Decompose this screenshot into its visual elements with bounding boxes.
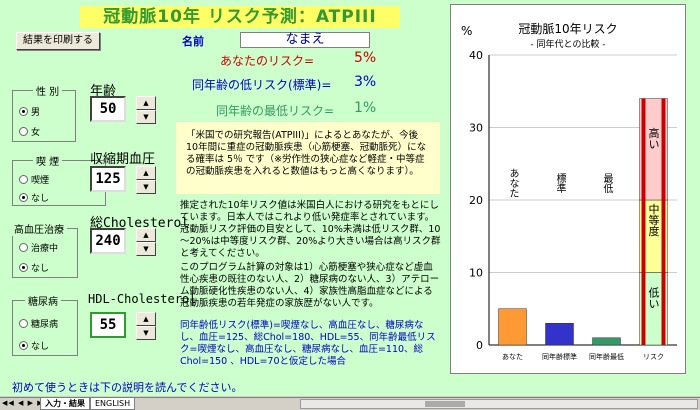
htn-yes-radio[interactable]: 治療中 (19, 241, 58, 254)
x-tick-label: 同年齢標準 (542, 352, 577, 361)
dm-group-title: 糖尿病 (25, 293, 61, 308)
smoking-yes-radio[interactable]: 喫煙 (19, 173, 49, 186)
bar-label-1: 標準 (554, 172, 566, 194)
x-tick-label: あなた (502, 353, 523, 361)
horizontal-scrollbar[interactable] (300, 399, 698, 409)
age-input[interactable]: 50 (90, 96, 126, 122)
radio-dot-icon (19, 193, 28, 202)
min-risk-value: 1% (354, 100, 377, 116)
result-info-box: 「米国での研究報告(ATPIII)」によるとあなたが、今後10年間に重症の冠動脈… (176, 122, 440, 194)
risk-segment-label-1: 中等度 (647, 203, 660, 237)
radio-label: なし (31, 264, 50, 274)
dm-group: 糖尿病 糖尿病 なし (12, 293, 78, 356)
chart-title: 冠動脈10年リスク (518, 22, 617, 36)
bar-0 (498, 308, 527, 346)
chart-subtitle: - 同年代との比較 - (530, 38, 605, 50)
htn-no-radio[interactable]: なし (19, 261, 49, 274)
radio-dot-icon (19, 175, 28, 184)
spin-up-icon[interactable]: ▲ (136, 96, 156, 110)
htn-group-title: 高血圧治療 (11, 221, 67, 236)
min-risk-label: 同年齢の最低リスク= (216, 104, 335, 118)
y-tick-label: 40 (469, 49, 483, 62)
dm-yes-radio[interactable]: 糖尿病 (19, 317, 58, 330)
radio-label: 女 (31, 128, 41, 138)
dm-no-radio[interactable]: なし (19, 339, 49, 352)
radio-dot-icon (19, 107, 28, 116)
age-spinner[interactable]: ▲ ▼ (136, 96, 156, 124)
sbp-label: 収縮期血圧 (90, 152, 156, 167)
spin-down-icon[interactable]: ▼ (136, 326, 156, 340)
spin-up-icon[interactable]: ▲ (136, 312, 156, 326)
smoking-group-title: 喫 煙 (33, 153, 63, 168)
radio-dot-icon (19, 319, 28, 328)
name-label: 名前 (182, 35, 204, 48)
spin-up-icon[interactable]: ▲ (136, 166, 156, 180)
bar-2 (592, 337, 621, 346)
assumption-paragraph: 同年齢低リスク(標準)=喫煙なし、高血圧なし、糖尿病なし、血圧=125、総Cho… (180, 320, 436, 367)
radio-label: 喫煙 (31, 176, 50, 186)
radio-dot-icon (19, 341, 28, 350)
low-risk-label: 同年齢の低リスク(標準)= (192, 78, 332, 92)
bar-1 (545, 323, 574, 346)
sbp-spinner[interactable]: ▲ ▼ (136, 166, 156, 194)
hdl-spinner[interactable]: ▲ ▼ (136, 312, 156, 340)
sheet-tab-bar: 初めて使うときは下の説明を読んでください。 ◀◀ ◀ ▶ ▶▶ 入力・結果 EN… (0, 380, 700, 410)
sex-group-title: 性 別 (33, 83, 63, 98)
risk-chart-svg: 冠動脈10年リスク- 同年代との比較 -%010203040あなたあなた同年齢標… (461, 22, 677, 361)
tab-input-results[interactable]: 入力・結果 (40, 398, 90, 410)
radio-label: なし (31, 194, 50, 204)
sex-female-radio[interactable]: 女 (19, 125, 40, 138)
hdl-input[interactable]: 55 (90, 312, 126, 338)
radio-dot-icon (19, 263, 28, 272)
radio-dot-icon (19, 243, 28, 252)
htn-group: 高血圧治療 治療中 なし (11, 221, 78, 278)
scroll-thumb[interactable] (425, 401, 465, 407)
your-risk-label: あなたのリスク= (220, 54, 315, 68)
risk-segment-label-2: 高い (647, 126, 660, 149)
hint-text: 初めて使うときは下の説明を読んでください。 (0, 380, 700, 396)
y-tick-label: 10 (469, 267, 483, 280)
target-paragraph: このプログラム計算の対象は1）心筋梗塞や狭心症など虚血性心疾患の既往のない人、2… (180, 262, 440, 309)
tab-english[interactable]: ENGLISH (90, 398, 136, 410)
print-results-button[interactable]: 結果を印刷する (16, 32, 100, 50)
spin-down-icon[interactable]: ▼ (136, 180, 156, 194)
chol-input[interactable]: 240 (90, 228, 126, 254)
sex-male-radio[interactable]: 男 (19, 105, 40, 118)
x-tick-label: 同年齢最低 (589, 352, 624, 361)
radio-dot-icon (19, 127, 28, 136)
radio-label: 治療中 (31, 244, 59, 254)
your-risk-value: 5% (354, 50, 377, 66)
y-tick-label: 0 (476, 339, 483, 352)
bar-label-2: 最低 (601, 173, 613, 194)
smoking-no-radio[interactable]: なし (19, 191, 49, 204)
risk-scale-edge-red (641, 98, 646, 345)
risk-chart: 冠動脈10年リスク - 同年代との比較 -% 0 10 20 30 40 あなた あなた 同年齢標… (450, 4, 686, 374)
explanation-paragraph: 推定された10年リスク値は米国白人における研究をもとにしています。日本人ではこれ… (180, 200, 441, 259)
spin-down-icon[interactable]: ▼ (136, 242, 156, 256)
risk-segment-label-0: 低い (647, 286, 660, 308)
risk-scale-edge-red-right (661, 98, 666, 345)
x-tick-label: リスク (643, 353, 664, 361)
radio-label: なし (31, 342, 50, 352)
spin-down-icon[interactable]: ▼ (136, 110, 156, 124)
sheet-tabs: ◀◀ ◀ ▶ ▶▶ 入力・結果 ENGLISH (0, 397, 700, 410)
y-axis-label: % (461, 24, 472, 38)
chol-spinner[interactable]: ▲ ▼ (136, 228, 156, 256)
sex-group: 性 別 男 女 (12, 83, 76, 142)
page-title: 冠動脈10年 リスク予測：ATPIII (80, 6, 400, 28)
bar-label-0: あなた (507, 168, 518, 198)
radio-label: 男 (31, 108, 41, 118)
y-tick-label: 20 (469, 194, 483, 207)
y-tick-label: 30 (469, 122, 483, 135)
worksheet: 冠動脈10年 リスク予測：ATPIII 結果を印刷する 名前 なまえ あなたのリ… (0, 0, 700, 380)
sbp-input[interactable]: 125 (90, 166, 126, 192)
name-field[interactable]: なまえ (240, 32, 370, 48)
low-risk-value: 3% (354, 74, 377, 90)
radio-label: 糖尿病 (31, 320, 59, 330)
spin-up-icon[interactable]: ▲ (136, 228, 156, 242)
